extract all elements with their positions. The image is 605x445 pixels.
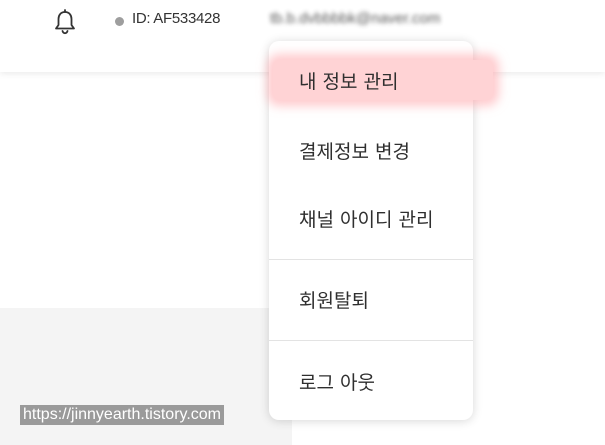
menu-divider: [269, 259, 473, 260]
status-dot: [115, 17, 124, 26]
page: ID: AF533428 tb.b.dvbbbbk@naver.com http…: [0, 0, 605, 445]
menu-item-payment-change[interactable]: 결제정보 변경: [269, 130, 473, 170]
user-email[interactable]: tb.b.dvbbbbk@naver.com: [270, 10, 440, 27]
menu-item-channel-id[interactable]: 채널 아이디 관리: [269, 198, 473, 238]
watermark-url: https://jinnyearth.tistory.com: [20, 405, 224, 425]
menu-item-logout[interactable]: 로그 아웃: [269, 361, 473, 401]
menu-item-my-info[interactable]: 내 정보 관리: [273, 60, 493, 100]
bell-icon[interactable]: [52, 8, 78, 36]
menu-divider: [269, 340, 473, 341]
account-dropdown-menu: 내 정보 관리 결제정보 변경 채널 아이디 관리 회원탈퇴 로그 아웃: [269, 41, 493, 420]
menu-item-withdraw[interactable]: 회원탈퇴: [269, 279, 473, 319]
user-id-label: ID: AF533428: [132, 10, 221, 27]
